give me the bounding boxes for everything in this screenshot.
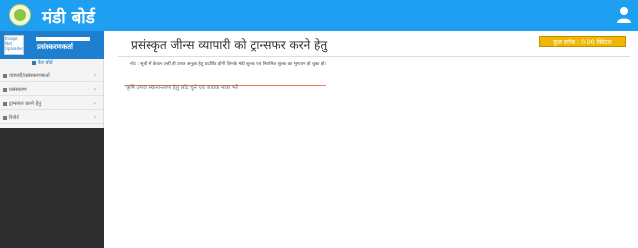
sidebar-item-report[interactable]: रिपोर्ट ‹ (0, 112, 104, 124)
sidebar-item-label: प्रसंस्करण (9, 86, 27, 93)
lot-select-input[interactable] (124, 82, 326, 94)
chevron-left-icon: ‹ (93, 72, 96, 79)
sidebar-item-trader-processor[interactable]: व्यापारी/प्रसंस्करणकर्ता ‹ (0, 70, 104, 82)
page-title: प्रसंस्कृत जीन्स व्यापारी को ट्रान्सफर क… (131, 38, 328, 52)
chevron-left-icon: ‹ (93, 114, 96, 121)
app-title: मंडी बोर्ड (42, 8, 95, 28)
chevron-left-icon: ‹ (93, 86, 96, 93)
username-placeholder (36, 37, 90, 41)
sidebar-item-label: रिपोर्ट (9, 114, 19, 121)
cart-icon (3, 87, 7, 92)
lot-select-field[interactable] (124, 74, 326, 94)
divider (118, 56, 630, 57)
sidebar-item-label: ट्रान्सफर करने हेतु (9, 100, 42, 107)
stock-badge: कुल स्टॉक : 0.00 क्विंटल (539, 36, 626, 47)
sidebar-item-transfer[interactable]: ट्रान्सफर करने हेतु ‹ (0, 98, 104, 110)
sidebar-profile: Image Not Uploaded प्रसंस्करणकर्ता (0, 31, 104, 59)
chevron-left-icon: ‹ (93, 100, 96, 107)
user-icon (3, 73, 7, 78)
sidebar-item-label: व्यापारी/प्रसंस्करणकर्ता (9, 72, 50, 79)
truck-icon (3, 101, 7, 106)
mandi-board-logo (9, 4, 31, 26)
home-icon (32, 61, 36, 65)
user-role: प्रसंस्करणकर्ता (37, 43, 73, 51)
dashboard-link[interactable]: डैश बोर्ड (32, 60, 53, 66)
note-text: नोट : सूची में केवल उन्हीं ही उपज अनुज्ञ… (130, 62, 327, 67)
sidebar-item-processing[interactable]: प्रसंस्करण ‹ (0, 84, 104, 96)
top-navbar: मंडी बोर्ड (0, 0, 638, 31)
user-icon[interactable] (616, 6, 632, 24)
avatar: Image Not Uploaded (4, 35, 24, 55)
report-icon (3, 115, 7, 120)
dashboard-label: डैश बोर्ड (38, 60, 53, 66)
